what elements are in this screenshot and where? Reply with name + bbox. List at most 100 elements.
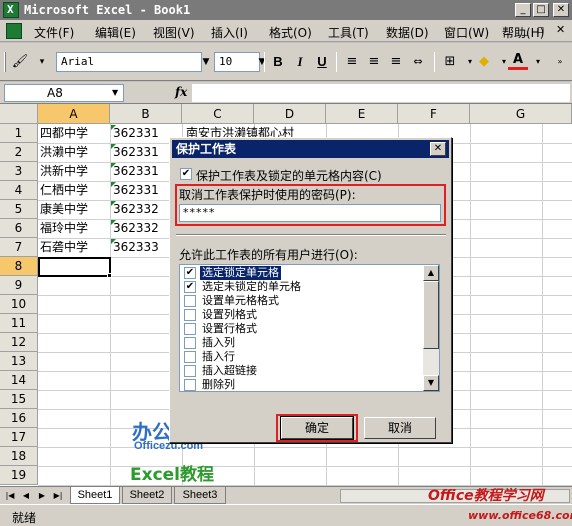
ok-button[interactable]: 确定 <box>280 416 354 440</box>
fill-color-icon[interactable]: ◆ <box>474 52 494 72</box>
row-header[interactable]: 7 <box>0 238 38 257</box>
list-item[interactable]: 插入列 <box>182 336 432 350</box>
row-header[interactable]: 16 <box>0 409 38 428</box>
align-left-icon[interactable]: ≡ <box>342 52 362 72</box>
toolbar-options-icon[interactable]: » <box>550 52 570 72</box>
row-header[interactable]: 9 <box>0 276 38 295</box>
row-header[interactable]: 18 <box>0 447 38 466</box>
list-item[interactable]: 插入超链接 <box>182 364 432 378</box>
sheet-tab-sheet2[interactable]: Sheet2 <box>122 487 172 504</box>
sheet-tab-sheet3[interactable]: Sheet3 <box>174 487 226 504</box>
scroll-up-icon[interactable]: ▲ <box>423 265 439 281</box>
underline-button[interactable]: U <box>312 52 332 72</box>
list-scrollbar[interactable]: ▲ ▼ <box>423 265 439 391</box>
doc-close-button[interactable]: ✕ <box>556 23 565 36</box>
row-header[interactable]: 3 <box>0 162 38 181</box>
column-header[interactable]: G <box>470 104 572 124</box>
name-box-dropdown-icon[interactable]: ▼ <box>112 88 118 97</box>
list-item[interactable]: 设置列格式 <box>182 308 432 322</box>
row-header[interactable]: 4 <box>0 181 38 200</box>
row-header[interactable]: 19 <box>0 466 38 485</box>
cell-a2[interactable]: 洪濑中学 <box>38 143 110 162</box>
cell-a3[interactable]: 洪新中学 <box>38 162 110 181</box>
name-box[interactable]: A8 <box>4 84 124 102</box>
scroll-down-icon[interactable]: ▼ <box>423 375 439 391</box>
permission-checkbox[interactable] <box>184 365 196 377</box>
column-header[interactable]: C <box>182 104 254 124</box>
permission-checkbox[interactable] <box>184 379 196 391</box>
row-header[interactable]: 5 <box>0 200 38 219</box>
column-header[interactable]: F <box>398 104 470 124</box>
menu-insert[interactable]: 插入(I) <box>211 24 248 41</box>
active-cell-a8[interactable] <box>38 257 111 277</box>
minimize-button[interactable]: _ <box>515 3 531 17</box>
list-item[interactable]: 删除列 <box>182 378 432 391</box>
permission-checkbox[interactable] <box>184 281 196 293</box>
align-right-icon[interactable]: ≡ <box>386 52 406 72</box>
list-item[interactable]: 设置行格式 <box>182 322 432 336</box>
list-item[interactable]: 插入行 <box>182 350 432 364</box>
doc-restore-button[interactable]: ▫ <box>537 23 544 36</box>
font-color-icon[interactable]: A <box>508 50 528 70</box>
row-header[interactable]: 17 <box>0 428 38 447</box>
row-header[interactable]: 1 <box>0 124 38 143</box>
borders-icon[interactable]: ⊞ <box>440 52 460 72</box>
excel-app-icon[interactable] <box>3 2 19 18</box>
row-header[interactable]: 15 <box>0 390 38 409</box>
cell-a7[interactable]: 石砻中学 <box>38 238 110 257</box>
menu-data[interactable]: 数据(D) <box>386 24 429 41</box>
fill-handle[interactable] <box>107 273 112 278</box>
column-header[interactable]: B <box>110 104 182 124</box>
row-header[interactable]: 6 <box>0 219 38 238</box>
size-dropdown-arrow[interactable]: ▼ <box>256 53 268 71</box>
italic-button[interactable]: I <box>290 52 310 72</box>
password-input[interactable]: ***** <box>179 204 441 222</box>
prev-sheet-icon[interactable]: ◀ <box>20 489 32 503</box>
column-header[interactable]: A <box>38 104 110 124</box>
permissions-list[interactable]: 选定锁定单元格 选定未锁定的单元格 设置单元格格式 设置列格式 设置行格式 插入… <box>179 264 440 392</box>
column-header[interactable]: E <box>326 104 398 124</box>
dialog-close-button[interactable]: ✕ <box>430 142 446 156</box>
list-item[interactable]: 选定未锁定的单元格 <box>182 280 432 294</box>
row-header[interactable]: 13 <box>0 352 38 371</box>
menu-tools[interactable]: 工具(T) <box>328 24 369 41</box>
row-header[interactable]: 10 <box>0 295 38 314</box>
list-item[interactable]: 设置单元格格式 <box>182 294 432 308</box>
insert-function-icon[interactable]: fx <box>175 85 187 99</box>
list-item[interactable]: 选定锁定单元格 <box>182 266 432 280</box>
align-center-icon[interactable]: ≡ <box>364 52 384 72</box>
brush-icon[interactable]: 🖌 <box>10 52 30 72</box>
row-header[interactable]: 14 <box>0 371 38 390</box>
formula-input[interactable] <box>192 84 570 102</box>
last-sheet-icon[interactable]: ▶| <box>52 489 64 503</box>
cell-a6[interactable]: 福玲中学 <box>38 219 110 238</box>
close-button[interactable]: ✕ <box>553 3 569 17</box>
permission-checkbox[interactable] <box>184 267 196 279</box>
row-header[interactable]: 11 <box>0 314 38 333</box>
font-color-dropdown-icon[interactable]: ▾ <box>528 52 548 72</box>
protect-contents-checkbox[interactable] <box>180 168 192 180</box>
merge-center-icon[interactable]: ⇔ <box>408 52 428 72</box>
scroll-thumb[interactable] <box>423 281 439 349</box>
workbook-icon[interactable] <box>6 23 22 39</box>
row-header[interactable]: 8 <box>0 257 38 276</box>
menu-window[interactable]: 窗口(W) <box>444 24 489 41</box>
doc-minimize-button[interactable]: _ <box>522 23 528 36</box>
permission-checkbox[interactable] <box>184 295 196 307</box>
maximize-button[interactable]: □ <box>533 3 549 17</box>
options-arrow-icon[interactable]: ▾ <box>32 52 52 72</box>
font-dropdown-arrow[interactable]: ▼ <box>200 53 212 71</box>
select-all-corner[interactable] <box>0 104 38 124</box>
first-sheet-icon[interactable]: |◀ <box>4 489 16 503</box>
cell-a4[interactable]: 仁栖中学 <box>38 181 110 200</box>
sheet-tab-sheet1[interactable]: Sheet1 <box>70 487 120 504</box>
menu-file[interactable]: 文件(F) <box>34 24 74 41</box>
row-header[interactable]: 12 <box>0 333 38 352</box>
toolbar-grip[interactable] <box>4 52 6 72</box>
next-sheet-icon[interactable]: ▶ <box>36 489 48 503</box>
font-size-combo[interactable]: 10 <box>214 52 260 72</box>
bold-button[interactable]: B <box>268 52 288 72</box>
column-header[interactable]: D <box>254 104 326 124</box>
font-name-combo[interactable]: Arial <box>56 52 202 72</box>
cancel-button[interactable]: 取消 <box>364 417 436 439</box>
